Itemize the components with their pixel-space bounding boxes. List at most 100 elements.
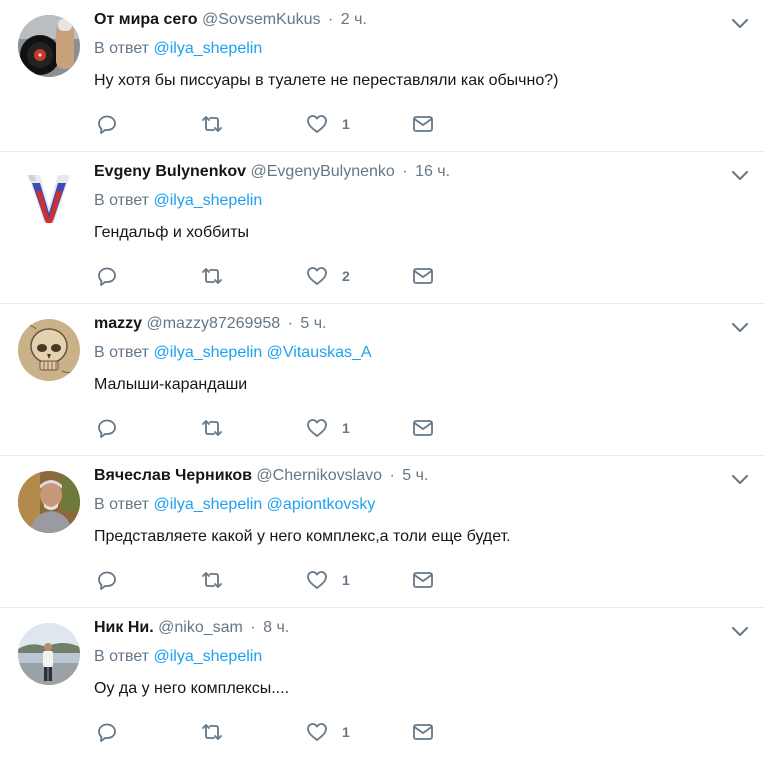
tweet-header: Вячеслав Черников @Chernikovslavo · 5 ч.	[94, 466, 428, 486]
tweet[interactable]: mazzy @mazzy87269958 · 5 ч. В ответ @ily…	[0, 304, 765, 456]
fullname[interactable]: Evgeny Bulynenkov	[94, 163, 246, 180]
like-count: 1	[342, 724, 350, 740]
avatar[interactable]	[18, 471, 80, 533]
like-count: 1	[342, 572, 350, 588]
like-button[interactable]: 1	[306, 569, 350, 591]
reply-button[interactable]	[96, 113, 118, 135]
username[interactable]: @niko_sam	[158, 619, 243, 636]
direct-message-button[interactable]	[412, 417, 434, 439]
reply-icon	[98, 723, 116, 742]
chevron-down-icon[interactable]	[729, 468, 751, 490]
like-button[interactable]: 2	[306, 265, 350, 287]
avatar[interactable]	[18, 167, 80, 229]
heart-icon	[307, 419, 327, 437]
username[interactable]: @EvgenyBulynenko	[251, 163, 395, 180]
retweet-button[interactable]	[201, 265, 223, 287]
heart-icon	[307, 115, 327, 133]
tweet-actions: 1	[96, 113, 456, 135]
fullname[interactable]: От мира сего	[94, 11, 198, 28]
tweet[interactable]: Ник Ни. @niko_sam · 8 ч. В ответ @ilya_s…	[0, 608, 765, 760]
mention-link[interactable]: @Vitauskas_A	[267, 344, 372, 361]
tweet-header: Ник Ни. @niko_sam · 8 ч.	[94, 618, 289, 638]
mention-link[interactable]: @ilya_shepelin	[153, 344, 262, 361]
retweet-icon	[202, 116, 222, 132]
timestamp[interactable]: 2 ч.	[341, 11, 367, 28]
chevron-down-icon[interactable]	[729, 12, 751, 34]
retweet-button[interactable]	[201, 569, 223, 591]
direct-message-button[interactable]	[412, 113, 434, 135]
tweet-text: Малыши-карандаши	[94, 376, 248, 393]
username[interactable]: @Chernikovslavo	[256, 467, 382, 484]
retweet-button[interactable]	[201, 417, 223, 439]
vinyl-record-avatar-icon	[18, 15, 80, 77]
avatar[interactable]	[18, 319, 80, 381]
envelope-icon	[413, 268, 433, 284]
direct-message-button[interactable]	[412, 265, 434, 287]
tweet-text: Представляете какой у него комплекс,а то…	[94, 528, 511, 545]
retweet-button[interactable]	[201, 113, 223, 135]
tweet[interactable]: От мира сего @SovsemKukus · 2 ч. В ответ…	[0, 0, 765, 152]
avatar[interactable]	[18, 623, 80, 685]
tweet-header: От мира сего @SovsemKukus · 2 ч.	[94, 10, 367, 30]
chevron-down-icon[interactable]	[729, 620, 751, 642]
separator: ·	[389, 467, 395, 484]
separator: ·	[250, 619, 256, 636]
chevron-down-icon[interactable]	[729, 164, 751, 186]
chevron-down-icon[interactable]	[729, 316, 751, 338]
reply-icon	[98, 115, 116, 134]
envelope-icon	[413, 420, 433, 436]
direct-message-button[interactable]	[412, 569, 434, 591]
mention-link[interactable]: @apiontkovsky	[267, 496, 376, 513]
tweet-header: mazzy @mazzy87269958 · 5 ч.	[94, 314, 327, 334]
direct-message-button[interactable]	[412, 721, 434, 743]
separator: ·	[327, 11, 334, 28]
man-photo-avatar-icon	[18, 471, 80, 533]
timestamp[interactable]: 5 ч.	[402, 467, 428, 484]
reply-prefix: В ответ	[94, 192, 150, 209]
timestamp[interactable]: 8 ч.	[263, 619, 289, 636]
heart-icon	[307, 723, 327, 741]
separator: ·	[287, 315, 293, 332]
tweet-actions: 2	[96, 265, 456, 287]
reply-button[interactable]	[96, 265, 118, 287]
tweet-text: Оу да у него комплексы....	[94, 680, 290, 697]
tweet[interactable]: Вячеслав Черников @Chernikovslavo · 5 ч.…	[0, 456, 765, 608]
envelope-icon	[413, 572, 433, 588]
reply-button[interactable]	[96, 569, 118, 591]
mention-link[interactable]: @ilya_shepelin	[153, 192, 262, 209]
envelope-icon	[413, 724, 433, 740]
timestamp[interactable]: 16 ч.	[415, 163, 450, 180]
reply-button[interactable]	[96, 417, 118, 439]
fullname[interactable]: mazzy	[94, 315, 142, 332]
tweet-header: Evgeny Bulynenkov @EvgenyBulynenko · 16 …	[94, 162, 450, 182]
man-standing-photo-avatar-icon	[18, 623, 80, 685]
like-count: 1	[342, 420, 350, 436]
mention-link[interactable]: @ilya_shepelin	[153, 648, 262, 665]
tweet[interactable]: Evgeny Bulynenkov @EvgenyBulynenko · 16 …	[0, 152, 765, 304]
mention-link[interactable]: @ilya_shepelin	[153, 40, 262, 57]
fullname[interactable]: Ник Ни.	[94, 619, 154, 636]
like-button[interactable]: 1	[306, 113, 350, 135]
like-count: 2	[342, 268, 350, 284]
mention-link[interactable]: @ilya_shepelin	[153, 496, 262, 513]
username[interactable]: @SovsemKukus	[202, 11, 321, 28]
reply-icon	[98, 571, 116, 590]
avatar[interactable]	[18, 15, 80, 77]
tweet-actions: 1	[96, 721, 456, 743]
timestamp[interactable]: 5 ч.	[300, 315, 326, 332]
reply-button[interactable]	[96, 721, 118, 743]
reply-context: В ответ @ilya_shepelin	[94, 191, 262, 211]
tweet-actions: 1	[96, 569, 456, 591]
like-button[interactable]: 1	[306, 417, 350, 439]
tweet-text: Ну хотя бы писсуары в туалете не переста…	[94, 72, 559, 89]
reply-context: В ответ @ilya_shepelin @Vitauskas_A	[94, 343, 372, 363]
envelope-icon	[413, 116, 433, 132]
username[interactable]: @mazzy87269958	[146, 315, 280, 332]
retweet-icon	[202, 420, 222, 436]
tweet-actions: 1	[96, 417, 456, 439]
retweet-icon	[202, 724, 222, 740]
like-button[interactable]: 1	[306, 721, 350, 743]
fullname[interactable]: Вячеслав Черников	[94, 467, 252, 484]
reply-icon	[98, 267, 116, 286]
retweet-button[interactable]	[201, 721, 223, 743]
